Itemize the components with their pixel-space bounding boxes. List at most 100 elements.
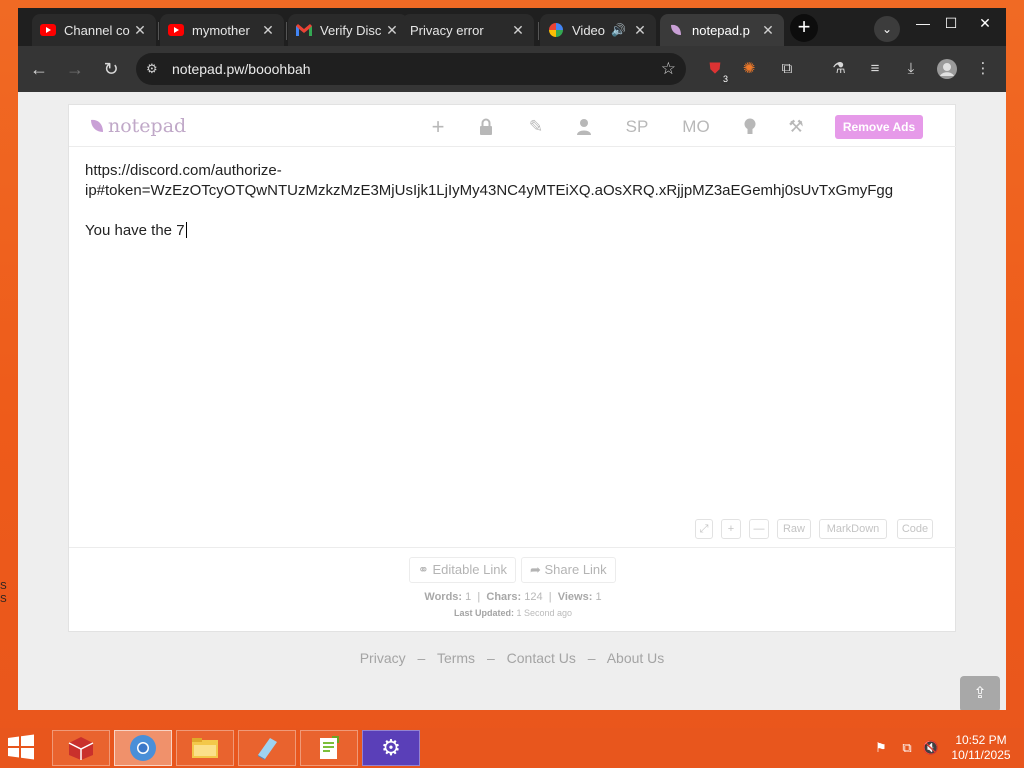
note-line-last: You have the 7 (85, 221, 941, 241)
url-text[interactable]: notepad.pw/booohbah (172, 61, 661, 77)
updated-value: 1 Second ago (516, 608, 573, 618)
share-floating-button[interactable]: ⇪ (960, 676, 1000, 710)
share-icon: ⇪ (973, 685, 987, 702)
share-link-button[interactable]: ➦ Share Link (521, 557, 616, 583)
profile-avatar[interactable] (934, 56, 960, 82)
forward-button[interactable]: → (62, 56, 88, 82)
share-link-label: Share Link (544, 562, 607, 577)
tab-title: mymother (192, 22, 250, 38)
new-tab-button[interactable]: + (790, 14, 818, 42)
footer-link-contact[interactable]: Contact Us (507, 650, 576, 666)
tab-separator (286, 22, 287, 40)
tab-notepad[interactable]: notepad.p ✕ (660, 14, 784, 46)
tab-channel[interactable]: Channel co ✕ (32, 14, 156, 46)
taskbar-app-editor[interactable] (300, 730, 358, 766)
maximize-button[interactable]: ☐ (936, 10, 966, 36)
logo-text: notepad (108, 115, 187, 137)
close-icon[interactable]: ✕ (132, 22, 148, 39)
start-button[interactable] (6, 734, 40, 762)
taskbar-clock[interactable]: 10:52 PM 10/11/2025 (944, 733, 1018, 763)
tab-video[interactable]: Video 🔊 ✕ (540, 14, 656, 46)
tools-icon[interactable]: ⚒ (785, 116, 807, 138)
taskbar-app-boxes[interactable] (52, 730, 110, 766)
taskbar-app-settings[interactable]: ⚙ (362, 730, 420, 766)
font-decrease-button[interactable]: — (749, 519, 769, 539)
markdown-button[interactable]: MarkDown (819, 519, 887, 539)
notepad-logo[interactable]: notepad (89, 115, 186, 137)
pencil-icon[interactable]: ✎ (525, 116, 547, 138)
network-icon[interactable]: ⧉ (898, 740, 916, 756)
action-center-flag-icon[interactable]: ⚑ (872, 740, 890, 756)
tab-verify-discord[interactable]: Verify Disc ✕ (288, 14, 408, 46)
note-line: You have the 7 (85, 222, 185, 239)
taskbar-app-chrome[interactable] (114, 730, 172, 766)
tab-strip: Channel co ✕ mymother ✕ Verify Disc ✕ Pr… (18, 8, 1006, 46)
gmail-icon (296, 22, 312, 38)
reload-button[interactable]: ↻ (98, 56, 124, 82)
extension-shield-button[interactable]: ⛊ 3 (702, 56, 730, 85)
extensions-puzzle-icon[interactable]: ⧉ (774, 56, 800, 82)
close-icon[interactable]: ✕ (760, 22, 776, 39)
fox-extension-icon[interactable]: ✺ (736, 56, 762, 82)
footer-link-about[interactable]: About Us (607, 650, 665, 666)
tab-title: Privacy error (410, 22, 484, 38)
code-button[interactable]: Code (897, 519, 933, 539)
bookmark-star-icon[interactable]: ☆ (661, 59, 676, 79)
raw-button[interactable]: Raw (777, 519, 811, 539)
tab-separator (158, 22, 159, 40)
footer-links: Privacy – Terms – Contact Us – About Us (18, 650, 1006, 666)
reload-icon: ↻ (103, 59, 119, 79)
clock-date: 10/11/2025 (951, 748, 1011, 762)
note-line (85, 201, 941, 221)
speaker-icon[interactable]: 🔊 (611, 23, 626, 37)
desktop-edge-char: S (0, 581, 7, 592)
remove-ads-button[interactable]: Remove Ads (835, 115, 923, 139)
site-settings-icon[interactable]: ⚙ (146, 61, 164, 77)
close-icon[interactable]: ✕ (260, 22, 276, 39)
fullscreen-button[interactable]: ⤢ (695, 519, 713, 539)
labs-flask-icon[interactable]: ⚗ (826, 56, 852, 82)
user-icon[interactable] (573, 116, 595, 138)
note-textarea[interactable]: https://discord.com/authorize- ip#token=… (85, 161, 941, 241)
footer-link-privacy[interactable]: Privacy (360, 650, 406, 666)
back-button[interactable]: ← (26, 56, 52, 82)
font-increase-button[interactable]: + (721, 519, 741, 539)
tab-search-button[interactable]: ⌄ (874, 16, 900, 42)
text-caret (185, 222, 187, 238)
updated-label: Last Updated: (453, 608, 514, 618)
notepad-header: notepad + ✎ SP MO ⚒ Remove Ads (69, 105, 957, 147)
tab-mymother[interactable]: mymother ✕ (160, 14, 284, 46)
lightbulb-icon[interactable] (739, 116, 761, 138)
sp-button[interactable]: SP (623, 116, 651, 138)
media-queue-icon[interactable]: ≡ (862, 56, 888, 82)
close-icon[interactable]: ✕ (510, 22, 526, 39)
browser-window: Channel co ✕ mymother ✕ Verify Disc ✕ Pr… (18, 8, 1006, 710)
note-stats: Words: 1 | Chars: 124 | Views: 1 (424, 591, 602, 603)
address-bar[interactable]: ⚙ notepad.pw/booohbah ☆ (136, 53, 686, 85)
tab-title: Channel co (64, 22, 130, 38)
extension-badge: 3 (720, 74, 730, 85)
note-line: ip#token=WzEzOTcyOTQwNTUzMzkzMzE3MjUsIjk… (85, 182, 894, 199)
notepad-leaf-icon (91, 119, 103, 132)
tab-title: Verify Disc (320, 22, 382, 38)
youtube-icon (40, 22, 56, 38)
close-icon[interactable]: ✕ (632, 22, 648, 39)
editable-link-button[interactable]: ⚭ Editable Link (409, 557, 516, 583)
words-label: Words: (424, 591, 463, 603)
mo-button[interactable]: MO (679, 116, 713, 138)
taskbar-app-explorer[interactable] (176, 730, 234, 766)
minimize-button[interactable]: — (908, 10, 938, 36)
download-icon[interactable]: ⤓ (898, 56, 924, 82)
notepad-leaf-icon (668, 22, 684, 38)
new-note-button[interactable]: + (427, 116, 449, 138)
last-updated: Last Updated: 1 Second ago (69, 608, 957, 618)
youtube-icon (168, 22, 184, 38)
close-window-button[interactable]: ✕ (970, 10, 1000, 36)
close-icon[interactable]: ✕ (384, 22, 400, 39)
volume-muted-icon[interactable]: 🔇 (922, 740, 940, 756)
tab-privacy-error[interactable]: Privacy error ✕ (402, 14, 534, 46)
lock-icon[interactable] (475, 116, 497, 138)
footer-link-terms[interactable]: Terms (437, 650, 475, 666)
taskbar-app-notebook[interactable] (238, 730, 296, 766)
menu-kebab-icon[interactable]: ⋮ (970, 56, 996, 82)
